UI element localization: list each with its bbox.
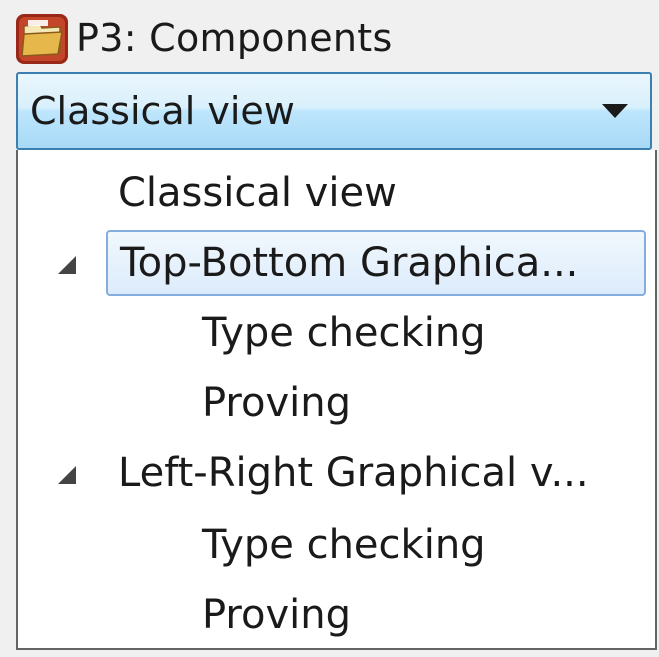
option-left-right-graphical-view[interactable]: Left-Right Graphical v... <box>118 440 589 506</box>
view-dropdown-list: Classical view Top-Bottom Graphica... Ty… <box>16 150 657 650</box>
option-label: Top-Bottom Graphica... <box>120 240 579 286</box>
option-label: Proving <box>202 592 351 638</box>
dropdown-arrow-icon[interactable] <box>602 104 628 118</box>
view-combobox[interactable]: Classical view <box>16 72 652 150</box>
option-left-right-proving[interactable]: Proving <box>202 582 351 648</box>
folder-open-icon <box>14 10 70 66</box>
combobox-selected-value: Classical view <box>30 89 295 133</box>
panel-header: P3: Components <box>14 8 393 68</box>
option-label: Type checking <box>202 310 486 356</box>
option-top-bottom-type-checking[interactable]: Type checking <box>202 300 486 366</box>
option-label: Proving <box>202 380 351 426</box>
option-left-right-type-checking[interactable]: Type checking <box>202 512 486 578</box>
option-classical-view[interactable]: Classical view <box>118 160 397 226</box>
option-label: Left-Right Graphical v... <box>118 450 589 496</box>
expanded-triangle-icon[interactable] <box>58 256 76 274</box>
option-label: Classical view <box>118 170 397 216</box>
option-top-bottom-proving[interactable]: Proving <box>202 370 351 436</box>
expanded-triangle-icon[interactable] <box>58 466 76 484</box>
view-selector-panel: P3: Components Classical view Classical … <box>0 0 659 657</box>
option-top-bottom-graphical-view[interactable]: Top-Bottom Graphica... <box>106 230 646 296</box>
option-label: Type checking <box>202 522 486 568</box>
panel-title: P3: Components <box>76 16 393 60</box>
